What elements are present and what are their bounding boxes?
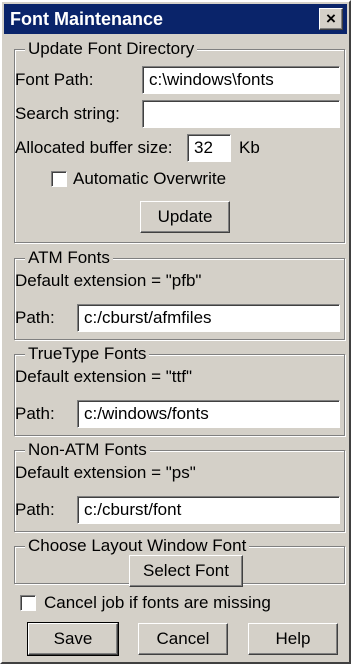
update-font-directory-legend: Update Font Directory	[25, 39, 198, 59]
select-font-button[interactable]: Select Font	[129, 555, 243, 587]
save-button[interactable]: Save	[27, 622, 119, 656]
title-bar[interactable]: Font Maintenance ×	[4, 4, 347, 34]
close-icon: ×	[326, 9, 336, 28]
buffer-size-field[interactable]: 32	[187, 134, 231, 162]
non-atm-fonts-legend: Non-ATM Fonts	[25, 440, 150, 460]
close-button[interactable]: ×	[319, 8, 343, 30]
cancel-job-label: Cancel job if fonts are missing	[44, 593, 271, 612]
atm-path-label: Path:	[15, 308, 55, 327]
search-string-field[interactable]	[142, 100, 340, 128]
non-atm-path-field[interactable]: c:/cburst/font	[77, 496, 340, 524]
font-path-label: Font Path:	[15, 70, 94, 89]
automatic-overwrite-checkbox[interactable]	[51, 171, 67, 187]
atm-default-extension: Default extension = "pfb"	[15, 271, 202, 290]
automatic-overwrite-label: Automatic Overwrite	[73, 169, 227, 188]
atm-fonts-group: ATM Fonts Default extension = "pfb" Path…	[14, 248, 345, 340]
buffer-size-label: Allocated buffer size:	[15, 138, 173, 157]
window-title: Font Maintenance	[10, 9, 164, 29]
truetype-fonts-group: TrueType Fonts Default extension = "ttf"…	[14, 344, 345, 436]
non-atm-path-label: Path:	[15, 500, 55, 519]
non-atm-default-extension: Default extension = "ps"	[15, 463, 196, 482]
cancel-job-checkbox[interactable]	[20, 595, 36, 611]
help-button[interactable]: Help	[248, 623, 338, 655]
search-string-label: Search string:	[15, 104, 120, 123]
layout-window-font-group: Choose Layout Window Font Select Font	[14, 536, 345, 587]
atm-fonts-legend: ATM Fonts	[25, 248, 113, 268]
update-button[interactable]: Update	[140, 201, 230, 233]
truetype-default-extension: Default extension = "ttf"	[15, 367, 192, 386]
atm-path-field[interactable]: c:/cburst/afmfiles	[77, 304, 340, 332]
font-maintenance-dialog: Font Maintenance × Update Font Directory…	[0, 0, 351, 664]
truetype-path-label: Path:	[15, 404, 55, 423]
truetype-fonts-legend: TrueType Fonts	[25, 344, 150, 364]
font-path-field[interactable]: c:\windows\fonts	[142, 66, 340, 94]
non-atm-fonts-group: Non-ATM Fonts Default extension = "ps" P…	[14, 440, 345, 532]
layout-window-font-legend: Choose Layout Window Font	[25, 536, 250, 556]
buffer-unit-label: Kb	[239, 138, 260, 157]
truetype-path-field[interactable]: c:/windows/fonts	[77, 400, 340, 428]
cancel-button[interactable]: Cancel	[138, 623, 228, 655]
update-font-directory-group: Update Font Directory Font Path: c:\wind…	[14, 39, 345, 243]
